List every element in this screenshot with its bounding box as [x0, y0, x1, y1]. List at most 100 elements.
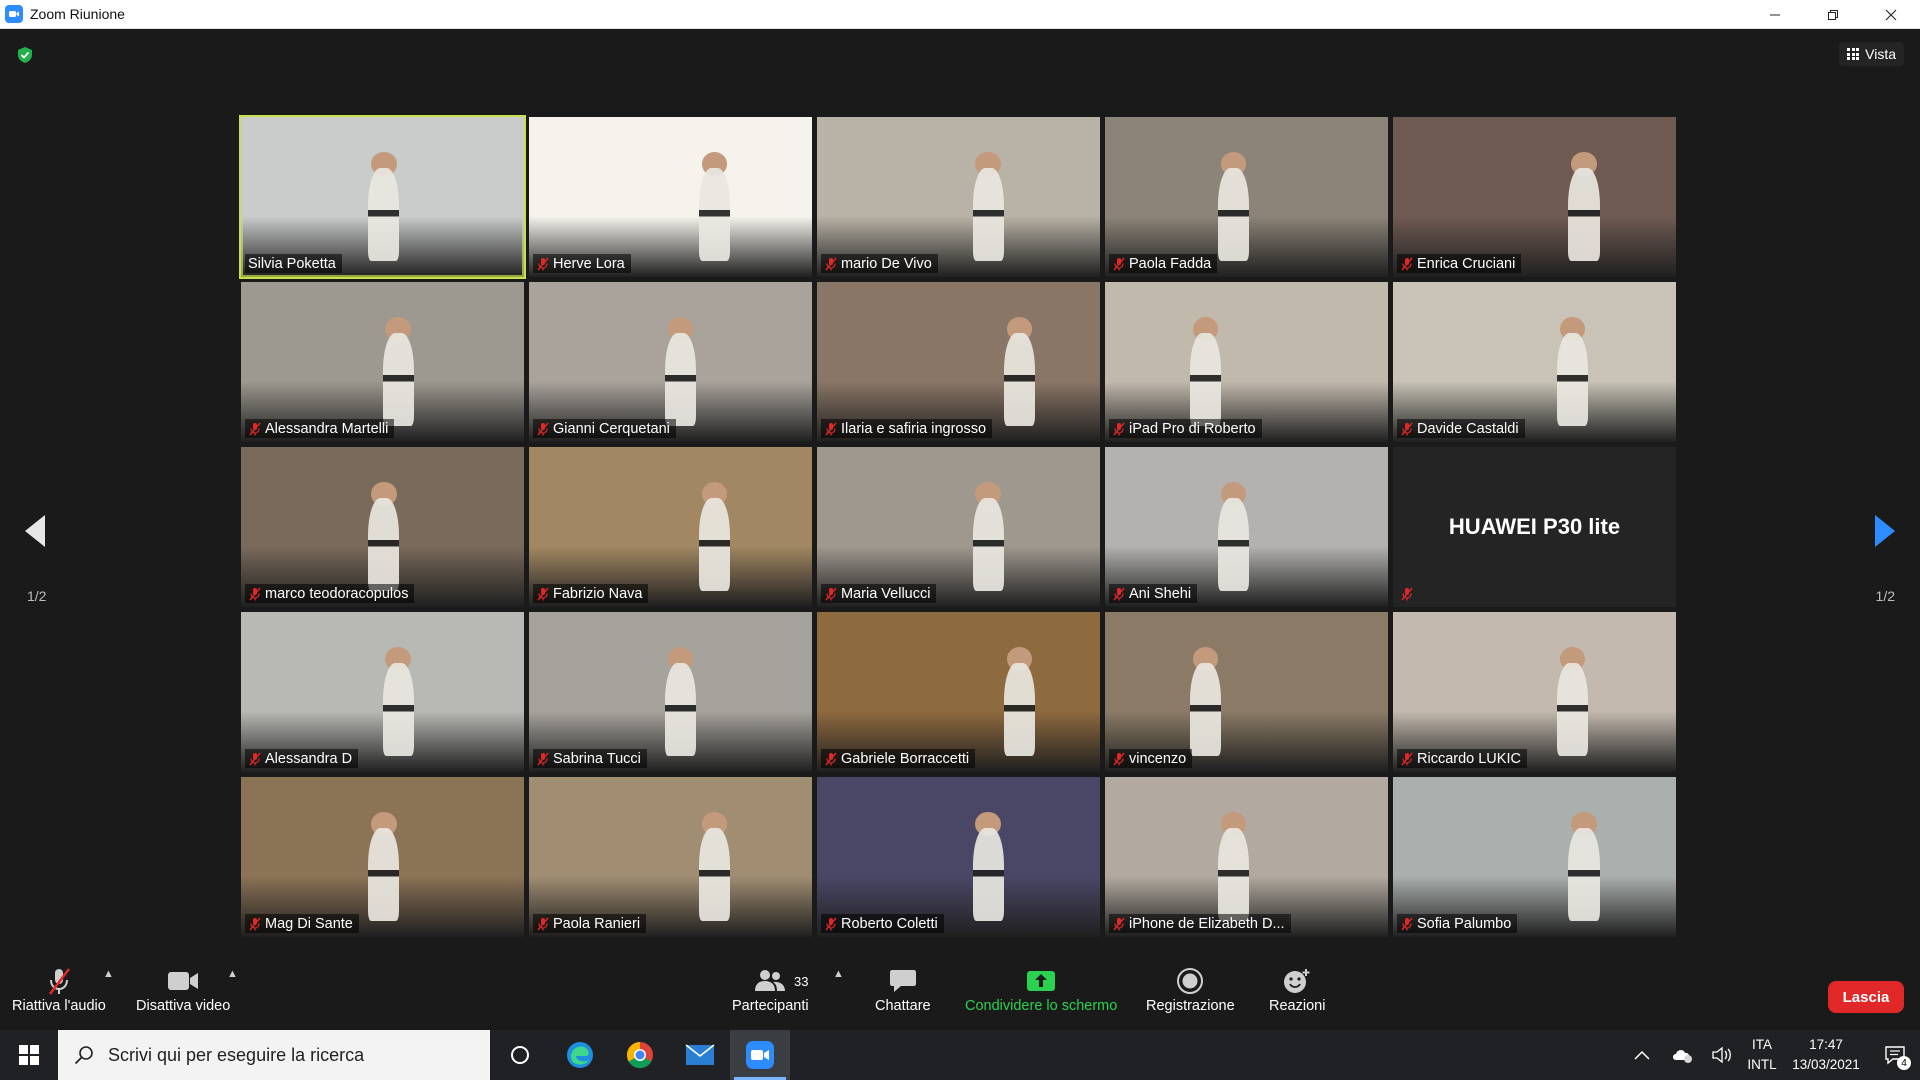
zoom-taskbar-button[interactable]: [730, 1030, 790, 1080]
show-hidden-icons-button[interactable]: [1622, 1030, 1662, 1080]
participant-tile[interactable]: Sabrina Tucci: [529, 612, 812, 772]
view-button[interactable]: Vista: [1839, 42, 1904, 66]
participant-name-bar: Sofia Palumbo: [1397, 914, 1518, 933]
participant-name-bar: Herve Lora: [533, 254, 631, 273]
minimize-button[interactable]: [1746, 0, 1804, 29]
participant-tile[interactable]: Ilaria e safiria ingrosso: [817, 282, 1100, 442]
audio-options-caret-icon[interactable]: ▲: [103, 968, 114, 980]
share-screen-button[interactable]: Condividere lo schermo: [965, 964, 1117, 1014]
edge-icon: [567, 1042, 593, 1068]
grid-view-icon: [1847, 48, 1860, 60]
participant-tile[interactable]: iPhone de Elizabeth D...: [1105, 777, 1388, 937]
previous-page-button[interactable]: [20, 509, 50, 553]
chrome-browser-button[interactable]: [610, 1030, 670, 1080]
chevron-up-icon: [1634, 1050, 1650, 1060]
participant-tile[interactable]: vincenzo: [1105, 612, 1388, 772]
participant-tile[interactable]: Sofia Palumbo: [1393, 777, 1676, 937]
participant-video: [241, 447, 524, 607]
edge-browser-button[interactable]: [550, 1030, 610, 1080]
taskbar-clock[interactable]: 17:47 13/03/2021: [1782, 1035, 1870, 1075]
participant-tile[interactable]: Riccardo LUKIC: [1393, 612, 1676, 772]
clock-time: 17:47: [1809, 1037, 1843, 1052]
close-button[interactable]: [1862, 0, 1920, 29]
leave-meeting-button[interactable]: Lascia: [1828, 981, 1904, 1013]
microphone-muted-icon: [825, 917, 837, 930]
participant-tile[interactable]: iPad Pro di Roberto: [1105, 282, 1388, 442]
microphone-muted-icon: [249, 422, 261, 435]
encryption-shield-icon[interactable]: [16, 46, 34, 64]
next-page-button[interactable]: [1870, 509, 1900, 553]
microphone-muted-icon: [825, 257, 837, 270]
participant-video: [1393, 777, 1676, 937]
microphone-muted-icon: [537, 917, 549, 930]
participant-tile[interactable]: Alessandra D: [241, 612, 524, 772]
participant-name-bar: Riccardo LUKIC: [1397, 749, 1527, 768]
windows-logo-icon: [19, 1045, 39, 1065]
participant-video: [241, 612, 524, 772]
restore-icon: [1828, 9, 1838, 20]
participant-name-bar: Maria Vellucci: [821, 584, 937, 603]
participant-name: Riccardo LUKIC: [1417, 750, 1521, 767]
action-center-button[interactable]: 4: [1870, 1030, 1920, 1080]
microphone-muted-icon: [249, 917, 261, 930]
participant-tile[interactable]: Maria Vellucci: [817, 447, 1100, 607]
zoom-app-icon: [5, 5, 23, 23]
input-language-indicator[interactable]: ITA INTL: [1742, 1035, 1782, 1075]
participant-name-bar: marco teodoracopulos: [245, 584, 415, 603]
participant-tile[interactable]: mario De Vivo: [817, 117, 1100, 277]
network-status-button[interactable]: [1662, 1030, 1702, 1080]
participant-name-bar: Alessandra Martelli: [245, 419, 395, 438]
restore-button[interactable]: [1804, 0, 1862, 29]
video-options-caret-icon[interactable]: ▲: [227, 968, 238, 980]
participant-name: Maria Vellucci: [841, 585, 931, 602]
volume-button[interactable]: [1702, 1030, 1742, 1080]
participant-name: Fabrizio Nava: [553, 585, 643, 602]
microphone-muted-icon: [249, 587, 261, 600]
participants-button[interactable]: Partecipanti: [732, 964, 809, 1014]
microphone-muted-icon: [48, 968, 70, 995]
participant-name: Gabriele Borraccetti: [841, 750, 970, 767]
participant-tile[interactable]: Roberto Coletti: [817, 777, 1100, 937]
participant-tile-active-speaker[interactable]: Silvia Poketta: [239, 115, 526, 279]
participant-tile[interactable]: Paola Fadda: [1105, 117, 1388, 277]
participant-tile[interactable]: Alessandra Martelli: [241, 282, 524, 442]
chat-button[interactable]: Chattare: [875, 964, 931, 1014]
participants-label: Partecipanti: [732, 998, 809, 1014]
reactions-button[interactable]: Reazioni: [1269, 964, 1325, 1014]
participant-tile[interactable]: Enrica Cruciani: [1393, 117, 1676, 277]
participant-tile[interactable]: Paola Ranieri: [529, 777, 812, 937]
participant-tile[interactable]: Davide Castaldi: [1393, 282, 1676, 442]
participant-tile[interactable]: Herve Lora: [529, 117, 812, 277]
participant-tile[interactable]: Ani Shehi: [1105, 447, 1388, 607]
participant-name-bar: vincenzo: [1109, 749, 1193, 768]
stop-video-button[interactable]: Disattiva video: [136, 964, 230, 1014]
participant-name: Davide Castaldi: [1417, 420, 1519, 437]
participants-options-caret-icon[interactable]: ▲: [833, 968, 844, 980]
participant-tile[interactable]: Mag Di Sante: [241, 777, 524, 937]
participant-name: Ani Shehi: [1129, 585, 1192, 602]
participant-name: Roberto Coletti: [841, 915, 938, 932]
participant-name-bar: Ilaria e safiria ingrosso: [821, 419, 993, 438]
participant-name: Alessandra D: [265, 750, 353, 767]
microphone-muted-icon: [249, 752, 261, 765]
mail-envelope-icon: [685, 1044, 715, 1065]
chrome-icon: [626, 1041, 653, 1069]
participant-name: marco teodoracopulos: [265, 585, 409, 602]
mail-app-button[interactable]: [670, 1030, 730, 1080]
reaction-smiley-icon: [1284, 969, 1310, 993]
participant-tile[interactable]: Gabriele Borraccetti: [817, 612, 1100, 772]
participant-tile[interactable]: Fabrizio Nava: [529, 447, 812, 607]
start-button[interactable]: [0, 1030, 58, 1080]
participant-name: Herve Lora: [553, 255, 625, 272]
participant-tile[interactable]: Gianni Cerquetani: [529, 282, 812, 442]
task-view-button[interactable]: [490, 1030, 550, 1080]
participant-tile-placeholder[interactable]: HUAWEI P30 lite: [1393, 447, 1676, 607]
unmute-audio-button[interactable]: Riattiva l'audio: [12, 964, 106, 1014]
participant-tile[interactable]: marco teodoracopulos: [241, 447, 524, 607]
microphone-muted-icon: [1401, 257, 1413, 270]
participant-video: [241, 777, 524, 937]
arrow-left-icon: [25, 515, 45, 547]
share-screen-label: Condividere lo schermo: [965, 998, 1118, 1014]
taskbar-search-box[interactable]: Scrivi qui per eseguire la ricerca: [58, 1030, 490, 1080]
record-button[interactable]: Registrazione: [1146, 964, 1235, 1014]
